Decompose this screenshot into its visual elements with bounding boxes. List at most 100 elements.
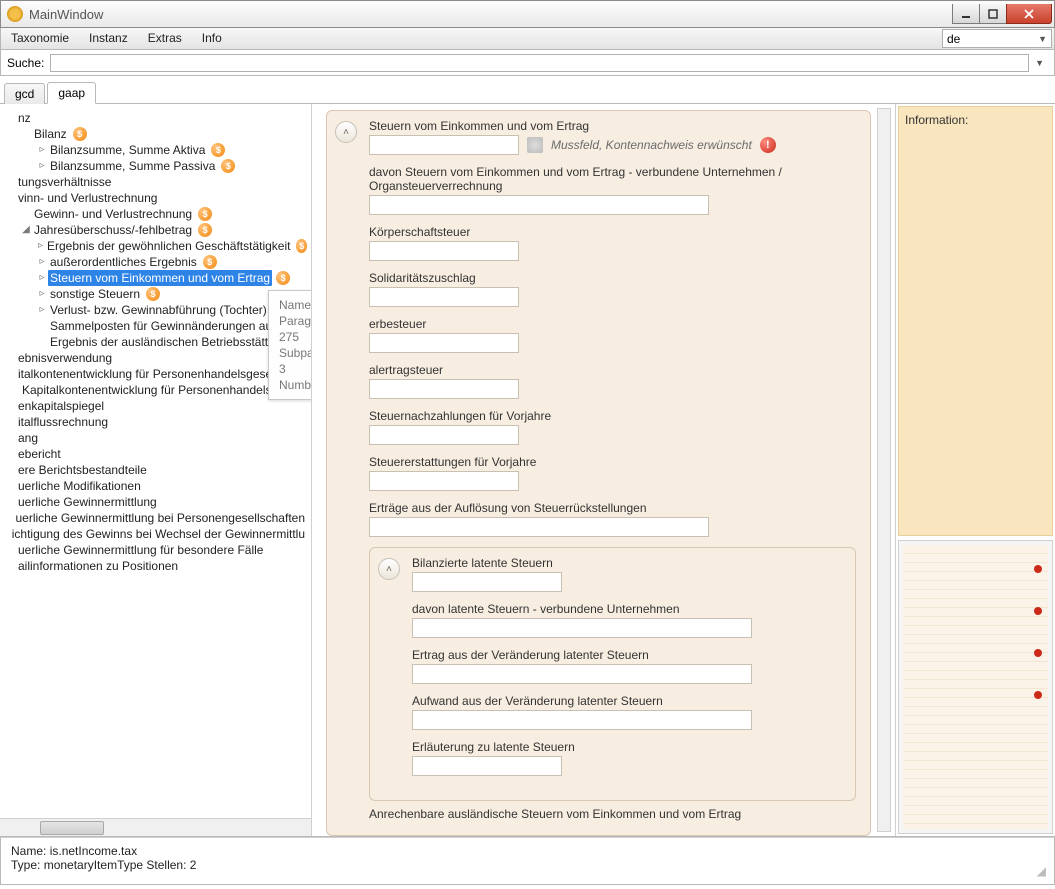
form-title-input[interactable] [369,135,519,155]
tree-item[interactable]: ▹Verlust- bzw. Gewinnabführung (Tochter) [0,302,311,318]
tree-item[interactable]: ere Berichtsbestandteile [0,462,311,478]
tree-item-label: Ergebnis der gewöhnlichen Geschäftstätig… [45,238,292,254]
tree-item[interactable]: ebnisverwendung [0,350,311,366]
tree-item-label: Bilanz [32,126,69,142]
tree-item[interactable]: nz [0,110,311,126]
search-input[interactable] [50,54,1029,72]
tree-item[interactable]: italkontenentwicklung für Personenhandel… [0,366,311,382]
subform-title: Bilanzierte latente Steuern [412,556,841,570]
tree-item-label: Bilanzsumme, Summe Passiva [48,158,217,174]
tree-item[interactable]: vinn- und Verlustrechnung [0,190,311,206]
maximize-button[interactable] [979,4,1007,24]
search-row: Suche: ▼ [0,50,1055,76]
menu-taxonomie[interactable]: Taxonomie [1,28,79,49]
expander-icon[interactable]: ▹ [36,238,45,254]
tree-item[interactable]: uerliche Modifikationen [0,478,311,494]
tab-gcd-label: gcd [15,87,34,101]
status-bar: Name: is.netIncome.tax Type: monetaryIte… [0,837,1055,885]
field-input[interactable] [412,710,752,730]
expander-icon[interactable]: ▹ [36,270,48,286]
minimize-button[interactable] [952,4,980,24]
tree-item[interactable]: ▹außerordentliches Ergebnis$ [0,254,311,270]
menu-info[interactable]: Info [192,28,232,49]
window-titlebar: MainWindow [0,0,1055,28]
tab-gaap[interactable]: gaap [47,82,96,104]
vertical-scrollbar[interactable] [877,108,891,832]
field-input[interactable] [369,241,519,261]
tree-item-label: uerliche Gewinnermittlung [16,494,159,510]
field-input[interactable] [412,618,752,638]
info-panel: Information: [895,104,1055,836]
tree-item[interactable]: italflussrechnung [0,414,311,430]
chevron-down-icon: ▼ [1038,34,1047,44]
tree-item[interactable]: ichtigung des Gewinns bei Wechsel der Ge… [0,526,311,542]
window-title: MainWindow [29,7,953,22]
field-input[interactable] [369,425,519,445]
expander-icon[interactable]: ▹ [36,254,48,270]
tree-item-label: Sammelposten für Gewinnänderungen aus [48,318,280,334]
subform-title-input[interactable] [412,572,562,592]
tree-item-label: tungsverhältnisse [16,174,113,190]
tree-item[interactable]: Bilanz$ [0,126,311,142]
expander-icon[interactable]: ▹ [36,158,48,174]
tree-item[interactable]: tungsverhältnisse [0,174,311,190]
chevron-down-icon[interactable]: ▼ [1035,58,1048,68]
resize-grip[interactable]: ◢ [1037,864,1044,878]
monetary-badge-icon: $ [146,287,160,301]
tree-item[interactable]: ebericht [0,446,311,462]
tab-gcd[interactable]: gcd [4,83,45,104]
field-label: davon latente Steuern - verbundene Unter… [412,602,841,616]
field-label: alertragsteuer [369,363,856,377]
monetary-badge-icon: $ [221,159,235,173]
note-icon[interactable] [527,137,543,153]
tree-item[interactable]: Kapitalkontenentwicklung für Personenhan… [0,382,311,398]
expander-icon[interactable]: ◢ [20,222,32,238]
menu-instanz[interactable]: Instanz [79,28,138,49]
expander-icon[interactable]: ▹ [36,286,48,302]
tree-item[interactable]: uerliche Gewinnermittlung für besondere … [0,542,311,558]
tree-item[interactable]: Gewinn- und Verlustrechnung$ [0,206,311,222]
tree-item[interactable]: ▹sonstige Steuern $ [0,286,311,302]
field-input[interactable] [412,664,752,684]
tree-item-label: Steuern vom Einkommen und vom Ertrag [48,270,272,286]
tree-item[interactable]: ▹Bilanzsumme, Summe Aktiva$ [0,142,311,158]
taxonomy-tree[interactable]: nzBilanz$▹Bilanzsumme, Summe Aktiva$▹Bil… [0,104,311,580]
language-select[interactable]: de ▼ [942,29,1052,48]
field-input[interactable] [369,517,709,537]
tree-item[interactable]: Sammelposten für Gewinnänderungen aus [0,318,311,334]
tree-item[interactable]: Ergebnis der ausländischen Betriebsstätt… [0,334,311,350]
tree-item[interactable]: ▹Ergebnis der gewöhnlichen Geschäftstäti… [0,238,311,254]
collapse-button[interactable]: ˄ [335,121,357,143]
scrollbar-thumb[interactable] [40,821,104,835]
tree-item[interactable]: ▹Steuern vom Einkommen und vom Ertrag $ [0,270,311,286]
close-button[interactable] [1006,4,1052,24]
expander-icon[interactable]: ▹ [36,142,48,158]
tree-item-label: ailinformationen zu Positionen [16,558,180,574]
tree-item[interactable]: ailinformationen zu Positionen [0,558,311,574]
expander-icon[interactable]: ▹ [36,302,48,318]
tree-item[interactable]: ◢Jahresüberschuss/-fehlbetrag$ [0,222,311,238]
menu-extras[interactable]: Extras [138,28,192,49]
field-input[interactable] [369,379,519,399]
monetary-badge-icon: $ [276,271,290,285]
tree-item-label: sonstige Steuern [48,286,142,302]
status-name: is.netIncome.tax [50,844,137,858]
field-input[interactable] [369,471,519,491]
field-input[interactable] [369,195,709,215]
field-input[interactable] [412,756,562,776]
collapse-button[interactable]: ˄ [378,558,400,580]
tree-item[interactable]: ang [0,430,311,446]
tree-item[interactable]: uerliche Gewinnermittlung bei Personenge… [0,510,311,526]
horizontal-scrollbar[interactable] [0,818,311,836]
field-input[interactable] [369,333,519,353]
form-title: Steuern vom Einkommen und vom Ertrag [369,119,856,133]
tree-item[interactable]: uerliche Gewinnermittlung [0,494,311,510]
tree-item-label: nz [16,110,33,126]
minimap[interactable] [898,540,1053,834]
search-label: Suche: [7,56,44,70]
field-input[interactable] [369,287,519,307]
tree-item-label: ere Berichtsbestandteile [16,462,149,478]
tree-item-label: außerordentliches Ergebnis [48,254,199,270]
tree-item[interactable]: enkapitalspiegel [0,398,311,414]
tree-item[interactable]: ▹Bilanzsumme, Summe Passiva $ [0,158,311,174]
